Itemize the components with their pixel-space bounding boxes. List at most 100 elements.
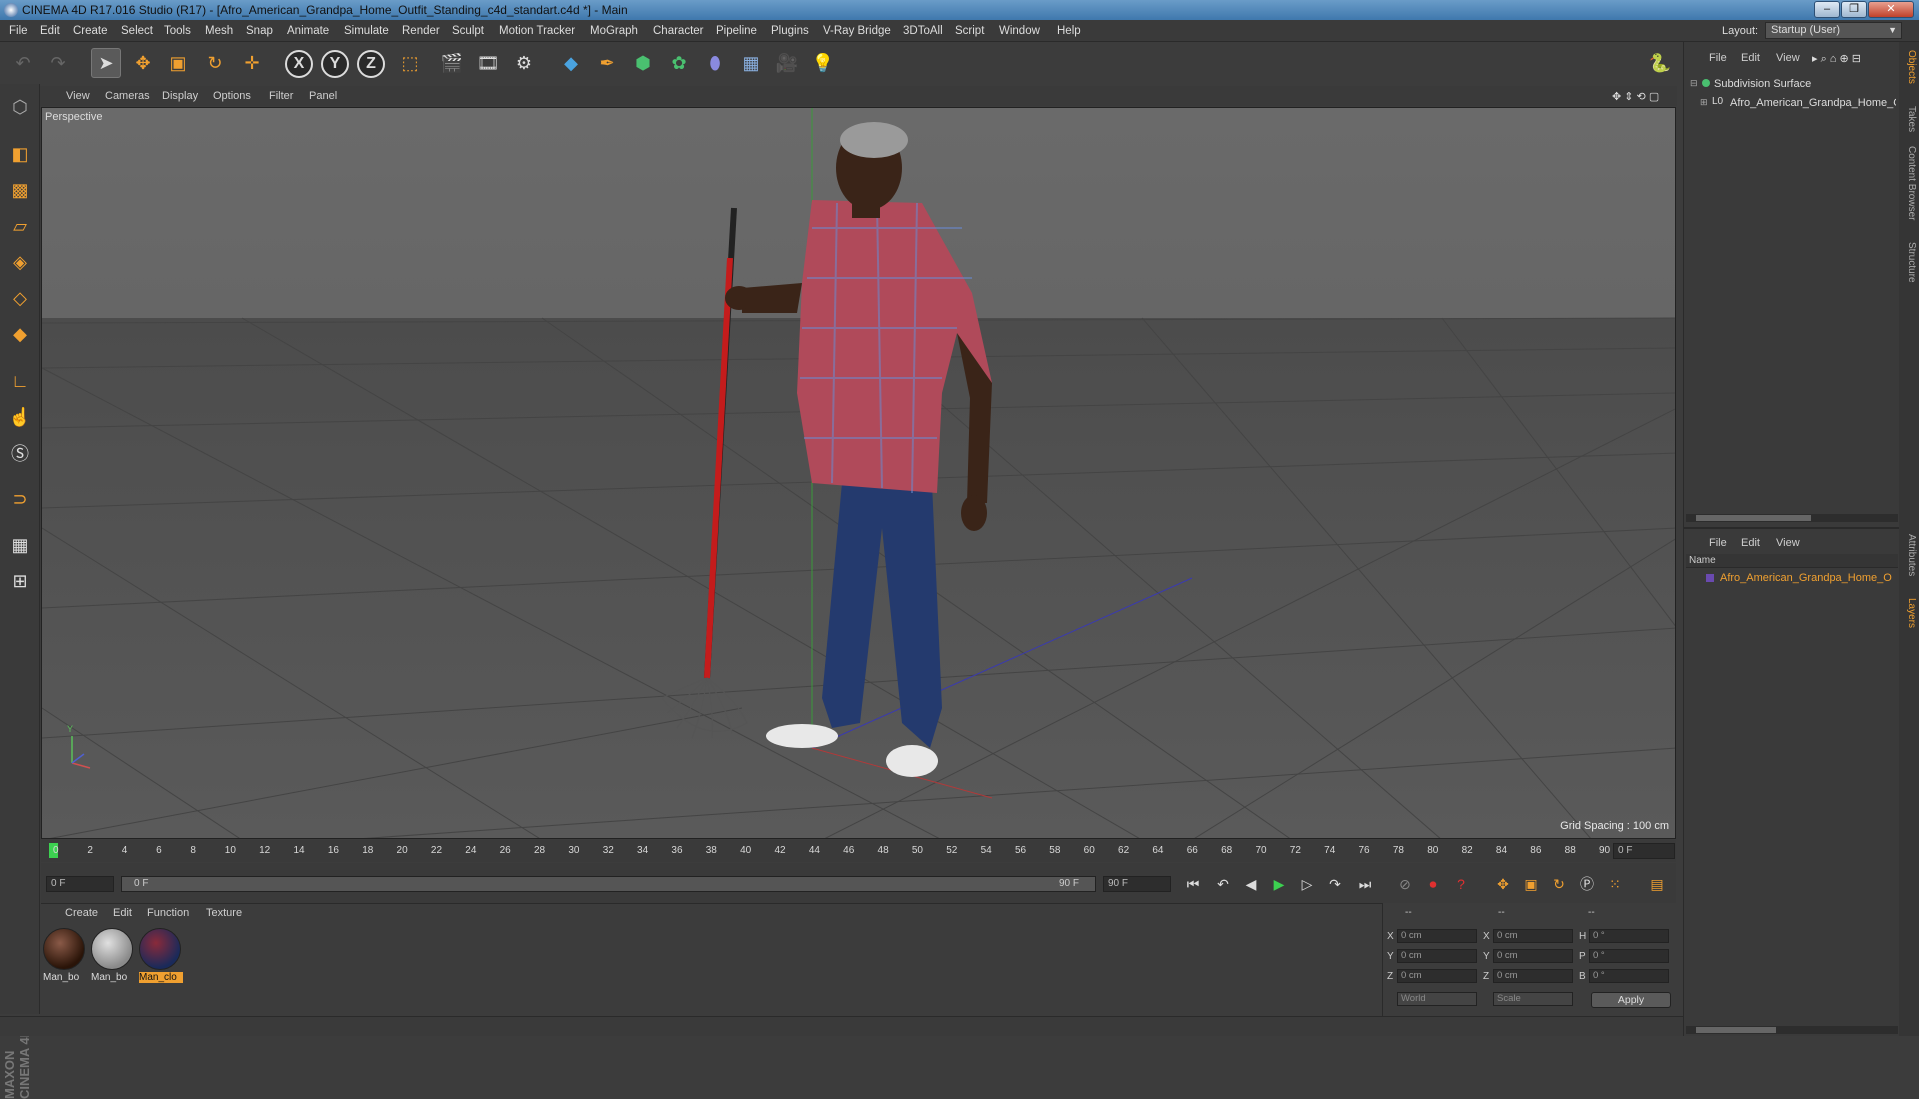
light-icon[interactable]: 💡 — [808, 48, 838, 78]
objects-menu-file[interactable]: File — [1709, 52, 1727, 64]
viewport-navigation-icons[interactable]: ✥ ⇕ ⟲ ▢ — [1612, 90, 1659, 103]
record-keys-disabled-icon[interactable]: ⊘ — [1393, 873, 1417, 895]
camera-icon[interactable]: 🎥 — [772, 48, 802, 78]
layers-menu-edit[interactable]: Edit — [1741, 537, 1760, 549]
rotation-p-field[interactable]: 0 ° — [1589, 949, 1669, 963]
material-swatch-selected[interactable]: Man_clo — [139, 928, 183, 988]
play-icon[interactable]: ▶ — [1267, 873, 1291, 895]
axis-mode-icon[interactable]: ∟ — [5, 366, 35, 396]
layers-menu-view[interactable]: View — [1776, 537, 1800, 549]
viewport-menu-view[interactable]: View — [66, 90, 90, 102]
frame-range-slider[interactable]: 0 F 90 F — [121, 876, 1096, 892]
workplane-mode-icon[interactable]: ▱ — [5, 211, 35, 241]
timeline-ruler[interactable]: 0 2 4 6 8 10 12 14 16 18 20 22 24 26 28 30 32 34 36 38 40 42 4… — [41, 840, 1676, 862]
objects-horizontal-scrollbar[interactable] — [1686, 514, 1898, 522]
key-position-icon[interactable]: ✥ — [1491, 873, 1515, 895]
restore-button[interactable]: ❐ — [1841, 1, 1867, 18]
size-y-field[interactable]: 0 cm — [1493, 949, 1573, 963]
key-pla-icon[interactable]: ⁙ — [1603, 873, 1627, 895]
tab-objects[interactable]: Objects — [1901, 50, 1917, 84]
tab-layers[interactable]: Layers — [1901, 598, 1917, 628]
end-frame-field[interactable]: 90 F — [1103, 876, 1171, 892]
viewport-menu-cameras[interactable]: Cameras — [105, 90, 150, 102]
tab-attributes[interactable]: Attributes — [1901, 534, 1917, 576]
material-swatch[interactable]: Man_bo — [43, 928, 87, 988]
tab-content-browser[interactable]: Content Browser — [1901, 146, 1917, 220]
menu-mesh[interactable]: Mesh — [205, 25, 233, 37]
viewport-menu-filter[interactable]: Filter — [269, 90, 293, 102]
coordinate-system-icon[interactable]: ⬚ — [395, 48, 425, 78]
snap-icon[interactable]: Ⓢ — [5, 438, 35, 468]
object-tree-item[interactable]: ⊞ L0 Afro_American_Grandpa_Home_O — [1698, 96, 1896, 112]
model-mode-icon[interactable]: ◧ — [5, 139, 35, 169]
next-key-icon[interactable]: ↷ — [1323, 873, 1347, 895]
menu-plugins[interactable]: Plugins — [771, 25, 809, 37]
current-frame-field[interactable]: 0 F — [1613, 843, 1675, 859]
menu-animate[interactable]: Animate — [287, 25, 329, 37]
scrollbar-thumb[interactable] — [1696, 515, 1811, 521]
python-icon[interactable]: 🐍 — [1645, 48, 1675, 78]
coordinate-space-dropdown[interactable]: World — [1397, 992, 1477, 1006]
menu-edit[interactable]: Edit — [40, 25, 60, 37]
key-rotation-icon[interactable]: ↻ — [1547, 873, 1571, 895]
transform-mode-dropdown[interactable]: Scale — [1493, 992, 1573, 1006]
texture-mode-icon[interactable]: ▩ — [5, 175, 35, 205]
menu-help[interactable]: Help — [1057, 25, 1081, 37]
tweak-mode-icon[interactable]: ☝ — [5, 402, 35, 432]
polygons-mode-icon[interactable]: ◆ — [5, 319, 35, 349]
make-editable-icon[interactable]: ⬡ — [5, 92, 35, 122]
lock-workplane-icon[interactable]: ▦ — [5, 530, 35, 560]
objects-menu-view[interactable]: View — [1776, 52, 1800, 64]
magnet-icon[interactable]: ⊃ — [5, 484, 35, 514]
tab-structure[interactable]: Structure — [1901, 242, 1917, 283]
material-menu-edit[interactable]: Edit — [113, 907, 132, 919]
apply-button[interactable]: Apply — [1591, 992, 1671, 1008]
minimize-button[interactable]: – — [1814, 1, 1840, 18]
render-picture-viewer-icon[interactable]: 🎞 — [473, 48, 503, 78]
menu-motion-tracker[interactable]: Motion Tracker — [499, 25, 575, 37]
tab-takes[interactable]: Takes — [1901, 106, 1917, 132]
record-active-icon[interactable]: ⏺ — [1421, 873, 1445, 895]
spline-pen-icon[interactable]: ✒ — [592, 48, 622, 78]
position-z-field[interactable]: 0 cm — [1397, 969, 1477, 983]
menu-mograph[interactable]: MoGraph — [590, 25, 638, 37]
menu-window[interactable]: Window — [999, 25, 1040, 37]
menu-sculpt[interactable]: Sculpt — [452, 25, 484, 37]
render-settings-icon[interactable]: ⚙ — [509, 48, 539, 78]
rotation-h-field[interactable]: 0 ° — [1589, 929, 1669, 943]
menu-render[interactable]: Render — [402, 25, 440, 37]
redo-icon[interactable]: ↷ — [43, 48, 73, 78]
x-axis-lock-icon[interactable]: X — [285, 50, 313, 78]
menu-select[interactable]: Select — [121, 25, 153, 37]
next-frame-icon[interactable]: ▷ — [1295, 873, 1319, 895]
scale-icon[interactable]: ▣ — [163, 48, 193, 78]
points-mode-icon[interactable]: ◈ — [5, 247, 35, 277]
menu-tools[interactable]: Tools — [164, 25, 191, 37]
rotation-b-field[interactable]: 0 ° — [1589, 969, 1669, 983]
z-axis-lock-icon[interactable]: Z — [357, 50, 385, 78]
menu-script[interactable]: Script — [955, 25, 984, 37]
position-x-field[interactable]: 0 cm — [1397, 929, 1477, 943]
objects-toolbar-icons[interactable]: ▸ ⌕ ⌂ ⊕ ⊟ — [1812, 52, 1861, 66]
material-menu-create[interactable]: Create — [65, 907, 98, 919]
go-to-end-icon[interactable]: ⏭ — [1353, 873, 1377, 895]
live-select-icon[interactable]: ✛ — [237, 48, 267, 78]
menu-vray-bridge[interactable]: V-Ray Bridge — [823, 25, 891, 37]
rotate-icon[interactable]: ↻ — [200, 48, 230, 78]
position-y-field[interactable]: 0 cm — [1397, 949, 1477, 963]
layout-dropdown[interactable]: Startup (User) ▼ — [1765, 22, 1902, 39]
key-scale-icon[interactable]: ▣ — [1519, 873, 1543, 895]
menu-3dtoall[interactable]: 3DToAll — [903, 25, 943, 37]
edges-mode-icon[interactable]: ◇ — [5, 283, 35, 313]
key-parameter-icon[interactable]: Ⓟ — [1575, 873, 1599, 895]
close-button[interactable]: ✕ — [1868, 1, 1914, 18]
layers-horizontal-scrollbar[interactable] — [1686, 1026, 1898, 1034]
deformer-icon[interactable]: ⬮ — [700, 48, 730, 78]
previous-frame-icon[interactable]: ◀ — [1239, 873, 1263, 895]
undo-icon[interactable]: ↶ — [8, 48, 38, 78]
menu-pipeline[interactable]: Pipeline — [716, 25, 757, 37]
go-to-start-icon[interactable]: ⏮ — [1181, 873, 1205, 895]
y-axis-lock-icon[interactable]: Y — [321, 50, 349, 78]
objects-menu-edit[interactable]: Edit — [1741, 52, 1760, 64]
size-z-field[interactable]: 0 cm — [1493, 969, 1573, 983]
